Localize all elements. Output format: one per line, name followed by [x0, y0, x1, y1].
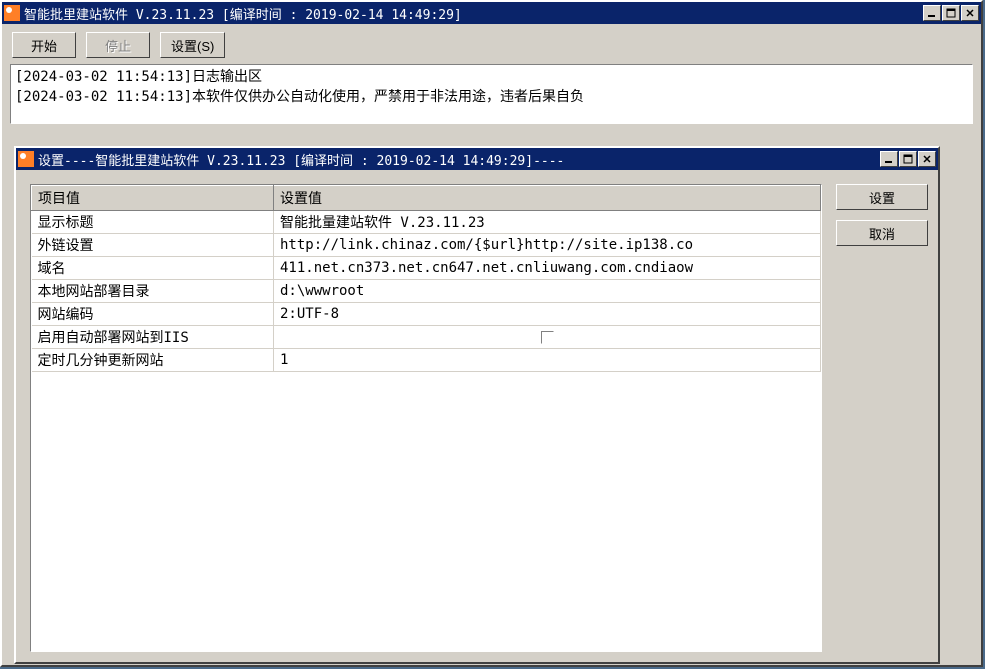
minimize-button[interactable] [923, 5, 941, 21]
log-line: [2024-03-02 11:54:13]本软件仅供办公自动化使用，严禁用于非法… [15, 87, 968, 107]
table-row[interactable]: 网站编码2:UTF-8 [32, 303, 821, 326]
close-button[interactable] [918, 151, 936, 167]
setting-value[interactable]: 411.net.cn373.net.cn647.net.cnliuwang.co… [274, 257, 821, 280]
minimize-button[interactable] [880, 151, 898, 167]
setting-value[interactable]: 智能批量建站软件 V.23.11.23 [274, 211, 821, 234]
close-button[interactable] [961, 5, 979, 21]
maximize-button[interactable] [942, 5, 960, 21]
setting-key: 显示标题 [32, 211, 274, 234]
log-area: [2024-03-02 11:54:13]日志输出区 [2024-03-02 1… [10, 64, 973, 124]
settings-window-controls [880, 151, 936, 167]
maximize-button[interactable] [899, 151, 917, 167]
side-buttons: 设置 取消 [836, 184, 928, 652]
log-line: [2024-03-02 11:54:13]日志输出区 [15, 67, 968, 87]
setting-key: 本地网站部署目录 [32, 280, 274, 303]
table-row[interactable]: 域名411.net.cn373.net.cn647.net.cnliuwang.… [32, 257, 821, 280]
stop-button[interactable]: 停止 [86, 32, 150, 58]
settings-titlebar[interactable]: 设置----智能批里建站软件 V.23.11.23 [编译时间 : 2019-0… [16, 148, 938, 170]
setting-value[interactable] [274, 326, 821, 349]
setting-key: 网站编码 [32, 303, 274, 326]
settings-table-wrap: 项目值 设置值 显示标题智能批量建站软件 V.23.11.23外链设置http:… [30, 184, 822, 652]
setting-value[interactable]: http://link.chinaz.com/{$url}http://site… [274, 234, 821, 257]
cancel-button[interactable]: 取消 [836, 220, 928, 246]
setting-value[interactable]: d:\wwwroot [274, 280, 821, 303]
table-row[interactable]: 定时几分钟更新网站1 [32, 349, 821, 372]
table-row[interactable]: 本地网站部署目录d:\wwwroot [32, 280, 821, 303]
setting-key: 定时几分钟更新网站 [32, 349, 274, 372]
settings-body: 项目值 设置值 显示标题智能批量建站软件 V.23.11.23外链设置http:… [16, 170, 938, 662]
main-titlebar[interactable]: 智能批里建站软件 V.23.11.23 [编译时间 : 2019-02-14 1… [2, 2, 981, 24]
table-header-row: 项目值 设置值 [32, 186, 821, 211]
main-title: 智能批里建站软件 V.23.11.23 [编译时间 : 2019-02-14 1… [24, 4, 923, 23]
table-row[interactable]: 外链设置http://link.chinaz.com/{$url}http://… [32, 234, 821, 257]
app-icon [18, 151, 34, 167]
setting-value[interactable]: 1 [274, 349, 821, 372]
toolbar: 开始 停止 设置(S) [2, 24, 981, 64]
settings-table: 项目值 设置值 显示标题智能批量建站软件 V.23.11.23外链设置http:… [31, 185, 821, 372]
table-row[interactable]: 启用自动部署网站到IIS [32, 326, 821, 349]
setting-value[interactable]: 2:UTF-8 [274, 303, 821, 326]
setting-key: 外链设置 [32, 234, 274, 257]
checkbox[interactable] [541, 331, 554, 344]
settings-title: 设置----智能批里建站软件 V.23.11.23 [编译时间 : 2019-0… [38, 150, 880, 169]
setting-key: 启用自动部署网站到IIS [32, 326, 274, 349]
start-button[interactable]: 开始 [12, 32, 76, 58]
col-header-key[interactable]: 项目值 [32, 186, 274, 211]
main-window-controls [923, 5, 979, 21]
col-header-value[interactable]: 设置值 [274, 186, 821, 211]
apply-button[interactable]: 设置 [836, 184, 928, 210]
setting-key: 域名 [32, 257, 274, 280]
settings-window: 设置----智能批里建站软件 V.23.11.23 [编译时间 : 2019-0… [14, 146, 940, 664]
app-icon [4, 5, 20, 21]
table-row[interactable]: 显示标题智能批量建站软件 V.23.11.23 [32, 211, 821, 234]
settings-button[interactable]: 设置(S) [160, 32, 225, 58]
